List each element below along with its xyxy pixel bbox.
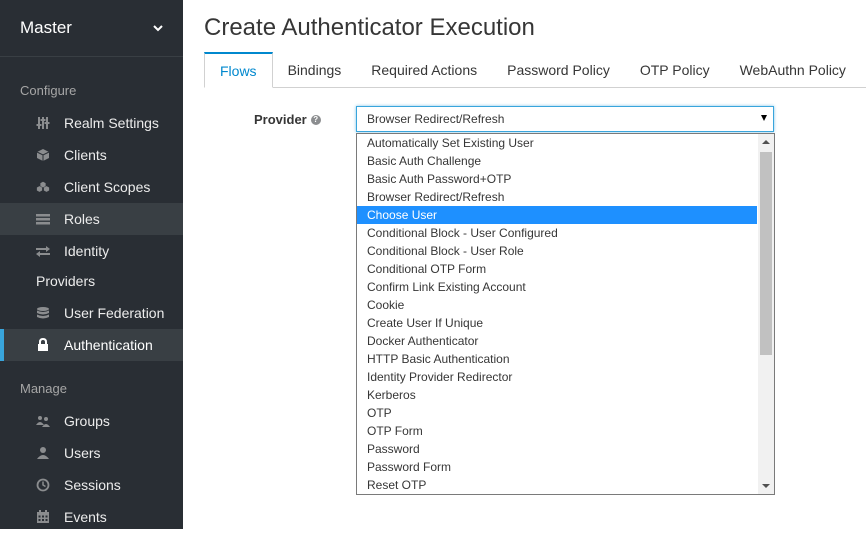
provider-select-value: Browser Redirect/Refresh xyxy=(367,112,505,126)
scroll-up-arrow-icon[interactable] xyxy=(758,134,774,150)
dropdown-option[interactable]: Kerberos xyxy=(357,386,757,404)
cube-icon xyxy=(36,148,50,162)
tab-bar: Flows Bindings Required Actions Password… xyxy=(204,52,866,88)
realm-name: Master xyxy=(20,18,72,37)
dropdown-option[interactable]: Automatically Set Existing User xyxy=(357,134,757,152)
sidebar-item-label: User Federation xyxy=(64,305,165,321)
sidebar-item-user-federation[interactable]: User Federation xyxy=(0,297,183,329)
cubes-icon xyxy=(36,180,50,194)
dropdown-option[interactable]: Identity Provider Redirector xyxy=(357,368,757,386)
caret-down-icon xyxy=(761,115,767,121)
dropdown-option[interactable]: Conditional Block - User Role xyxy=(357,242,757,260)
dropdown-option[interactable]: Browser Redirect/Refresh xyxy=(357,188,757,206)
provider-select[interactable]: Browser Redirect/Refresh xyxy=(356,106,774,132)
scrollbar-thumb[interactable] xyxy=(760,152,772,355)
dropdown-option[interactable]: Create User If Unique xyxy=(357,314,757,332)
user-icon xyxy=(36,446,50,460)
sidebar-item-roles[interactable]: Roles xyxy=(0,203,183,235)
option-list: Automatically Set Existing User Basic Aut… xyxy=(357,134,757,494)
sidebar-item-events[interactable]: Events xyxy=(0,501,183,533)
sidebar-item-groups[interactable]: Groups xyxy=(0,405,183,437)
sidebar-item-label: Events xyxy=(64,509,107,525)
sidebar-item-authentication[interactable]: Authentication xyxy=(0,329,183,361)
sidebar-item-client-scopes[interactable]: Client Scopes xyxy=(0,171,183,203)
calendar-icon xyxy=(36,510,50,524)
sidebar-item-label: Identity xyxy=(64,243,110,259)
sidebar-item-label: Clients xyxy=(64,147,107,163)
provider-label: Provider ? xyxy=(254,112,321,127)
sidebar-item-label: Sessions xyxy=(64,477,121,493)
realm-selector[interactable]: Master xyxy=(0,0,183,57)
dropdown-scrollbar[interactable] xyxy=(758,134,774,494)
exchange-icon xyxy=(36,244,50,258)
lock-icon xyxy=(36,338,50,352)
provider-label-text: Provider xyxy=(254,112,307,127)
dropdown-option[interactable]: Confirm Link Existing Account xyxy=(357,278,757,296)
configure-section-title: Configure xyxy=(20,82,77,98)
dropdown-option[interactable]: Docker Authenticator xyxy=(357,332,757,350)
sidebar: Master Configure Realm Settings Clients … xyxy=(0,0,183,529)
sidebar-item-label: Users xyxy=(64,445,101,461)
tab-bindings[interactable]: Bindings xyxy=(273,52,357,87)
dropdown-option[interactable]: Cookie xyxy=(357,296,757,314)
dropdown-option[interactable]: Basic Auth Password+OTP xyxy=(357,170,757,188)
tab-password-policy[interactable]: Password Policy xyxy=(492,52,625,87)
dropdown-option[interactable]: HTTP Basic Authentication xyxy=(357,350,757,368)
dropdown-option[interactable]: Reset OTP xyxy=(357,476,757,494)
dropdown-option[interactable]: Basic Auth Challenge xyxy=(357,152,757,170)
sidebar-item-label: Providers xyxy=(36,273,96,289)
sidebar-item-label: Groups xyxy=(64,413,110,429)
sidebar-item-label: Realm Settings xyxy=(64,115,159,131)
sliders-icon xyxy=(36,116,50,130)
sidebar-item-label: Client Scopes xyxy=(64,179,151,195)
help-icon[interactable]: ? xyxy=(310,114,321,125)
provider-dropdown-list[interactable]: Automatically Set Existing User Basic Aut… xyxy=(356,133,775,495)
sidebar-item-sessions[interactable]: Sessions xyxy=(0,469,183,501)
database-icon xyxy=(36,306,50,320)
dropdown-option[interactable]: Conditional Block - User Configured xyxy=(357,224,757,242)
sidebar-item-label: Authentication xyxy=(64,337,153,353)
sidebar-item-clients[interactable]: Clients xyxy=(0,139,183,171)
tab-flows[interactable]: Flows xyxy=(204,52,273,88)
dropdown-option[interactable]: Password Form xyxy=(357,458,757,476)
list-icon xyxy=(36,212,50,226)
sidebar-item-identity-providers[interactable]: Identity xyxy=(0,235,183,267)
sidebar-item-label: Roles xyxy=(64,211,100,227)
sidebar-item-realm-settings[interactable]: Realm Settings xyxy=(0,107,183,139)
dropdown-option[interactable]: OTP Form xyxy=(357,422,757,440)
page-title: Create Authenticator Execution xyxy=(204,14,535,41)
tab-required-actions[interactable]: Required Actions xyxy=(356,52,492,87)
sidebar-item-users[interactable]: Users xyxy=(0,437,183,469)
tab-webauthn-policy[interactable]: WebAuthn Policy xyxy=(725,52,861,87)
dropdown-option[interactable]: Conditional OTP Form xyxy=(357,260,757,278)
main-content: Create Authenticator Execution Flows Bin… xyxy=(183,0,866,529)
scroll-down-arrow-icon[interactable] xyxy=(758,478,774,494)
tab-otp-policy[interactable]: OTP Policy xyxy=(625,52,725,87)
dropdown-option[interactable]: Choose User xyxy=(357,206,757,224)
chevron-down-icon xyxy=(153,25,163,32)
users-icon xyxy=(36,414,50,428)
dropdown-option[interactable]: Password xyxy=(357,440,757,458)
clock-icon xyxy=(36,478,50,492)
dropdown-option[interactable]: OTP xyxy=(357,404,757,422)
manage-section-title: Manage xyxy=(20,380,67,396)
sidebar-item-identity-providers-continued[interactable]: Providers xyxy=(0,265,183,297)
